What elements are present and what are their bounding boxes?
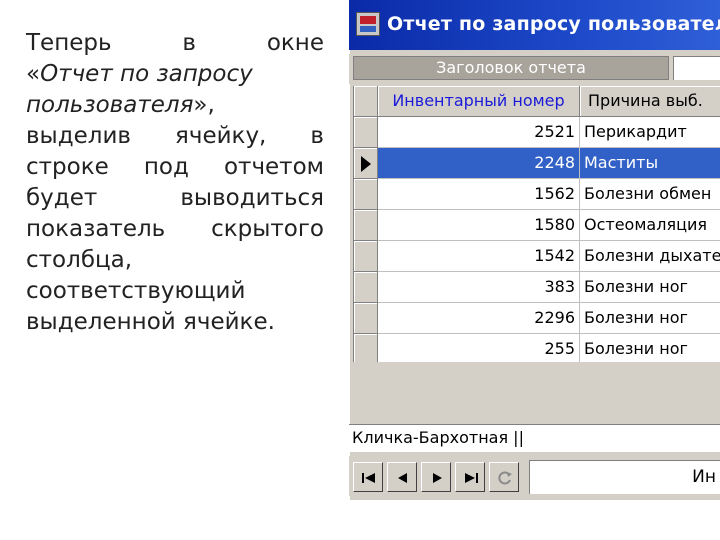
instruction-paragraph: Теперь в окне «Отчет по запросу пользова… (26, 28, 324, 338)
column-header-inventory-number[interactable]: Инвентарный номер (378, 86, 580, 117)
row-indicator[interactable] (354, 241, 378, 272)
row-indicator[interactable] (354, 303, 378, 334)
para-word: под (143, 154, 189, 180)
para-word: выводиться (180, 185, 324, 211)
para-emphasis: пользователя (26, 92, 194, 118)
navigator-field-text: Ин (692, 467, 716, 487)
table-row[interactable]: 1580 Остеомаляция (354, 210, 720, 241)
last-record-button[interactable] (455, 462, 485, 492)
para-word: выделенной ячейке. (26, 309, 275, 335)
row-indicator[interactable] (354, 334, 378, 362)
table-row[interactable]: 383 Болезни ног (354, 272, 720, 303)
para-word: в (182, 30, 196, 56)
table-row[interactable]: 255 Болезни ног (354, 334, 720, 362)
para-line-3: пользователя», (26, 90, 324, 121)
para-word: в (310, 123, 324, 149)
para-word: соответствующий (26, 278, 246, 304)
first-record-icon (362, 473, 375, 483)
cell-inventory-number[interactable]: 1542 (378, 241, 580, 272)
cell-reason[interactable]: Перикардит (580, 117, 720, 148)
para-word: скрытого (211, 216, 324, 242)
prev-record-icon (398, 473, 407, 483)
window-title: Отчет по запросу пользовател (387, 13, 720, 35)
cell-inventory-number[interactable]: 2296 (378, 303, 580, 334)
cell-inventory-number[interactable]: 383 (378, 272, 580, 303)
cell-reason[interactable]: Маститы (580, 148, 720, 179)
next-record-button[interactable] (421, 462, 451, 492)
table-row[interactable]: 2521 Перикардит (354, 117, 720, 148)
para-word: столбца, (26, 247, 133, 273)
para-line-10: выделенной ячейке. (26, 307, 324, 338)
row-indicator[interactable] (354, 210, 378, 241)
report-window: Отчет по запросу пользовател Заголовок о… (349, 0, 720, 500)
row-indicator[interactable] (354, 179, 378, 210)
navigator-field[interactable]: Ин (529, 460, 720, 494)
para-word: выделив (26, 123, 131, 149)
cell-reason[interactable]: Остеомаляция (580, 210, 720, 241)
app-icon[interactable] (356, 12, 380, 36)
window-title-bar[interactable]: Отчет по запросу пользовател (349, 0, 720, 50)
para-word: показатель (26, 216, 166, 242)
para-quote-open: « (26, 61, 41, 87)
cell-inventory-number[interactable]: 255 (378, 334, 580, 362)
next-record-icon (433, 473, 442, 483)
cell-reason[interactable]: Болезни дыхате (580, 241, 720, 272)
para-line-5: строке под отчетом (26, 152, 324, 183)
refresh-icon (498, 471, 512, 485)
report-header-field (673, 56, 720, 80)
report-header-caption: Заголовок отчета (353, 56, 669, 80)
first-record-button[interactable] (353, 462, 383, 492)
para-line-1: Теперь в окне (26, 28, 324, 59)
cell-inventory-number[interactable]: 1562 (378, 179, 580, 210)
para-emphasis: Отчет по запросу (40, 61, 253, 87)
row-indicator[interactable] (354, 148, 378, 179)
para-word: ячейку, (175, 123, 267, 149)
para-line-6: будет выводиться (26, 183, 324, 214)
para-quote-close: », (193, 92, 215, 118)
prev-record-button[interactable] (387, 462, 417, 492)
table-row-selected[interactable]: 2248 Маститы (354, 148, 720, 179)
table-row[interactable]: 1562 Болезни обмен (354, 179, 720, 210)
cell-reason[interactable]: Болезни ног (580, 334, 720, 362)
para-line-8: столбца, (26, 245, 324, 276)
row-indicator[interactable] (354, 117, 378, 148)
cell-inventory-number[interactable]: 1580 (378, 210, 580, 241)
cell-reason[interactable]: Болезни обмен (580, 179, 720, 210)
para-line-2: «Отчет по запросу (26, 59, 324, 90)
para-line-7: показатель скрытого (26, 214, 324, 245)
para-word: строке (26, 154, 109, 180)
column-header-reason[interactable]: Причина выб. (580, 86, 720, 117)
para-word: будет (26, 185, 98, 211)
row-indicator[interactable] (354, 272, 378, 303)
cell-reason[interactable]: Болезни ног (580, 303, 720, 334)
refresh-button[interactable] (489, 462, 519, 492)
hidden-column-value-line: Кличка-Бархотная || (349, 424, 720, 452)
cell-inventory-number[interactable]: 2521 (378, 117, 580, 148)
grid-header-row: Инвентарный номер Причина выб. (354, 86, 720, 117)
table-row[interactable]: 1542 Болезни дыхате (354, 241, 720, 272)
last-record-icon (465, 473, 478, 483)
row-indicator-header (354, 86, 378, 117)
para-line-4: выделив ячейку, в (26, 121, 324, 152)
para-word: Теперь (26, 30, 112, 56)
hidden-column-value: Кличка-Бархотная || (352, 428, 524, 447)
table-row[interactable]: 2296 Болезни ног (354, 303, 720, 334)
cell-reason[interactable]: Болезни ног (580, 272, 720, 303)
record-navigator: Ин (349, 456, 720, 496)
cell-inventory-number[interactable]: 2248 (378, 148, 580, 179)
para-word: отчетом (223, 154, 324, 180)
report-grid[interactable]: Инвентарный номер Причина выб. 2521 Пери… (353, 86, 720, 362)
para-word: окне (266, 30, 324, 56)
para-line-9: соответствующий (26, 276, 324, 307)
current-row-arrow-icon (361, 156, 371, 172)
